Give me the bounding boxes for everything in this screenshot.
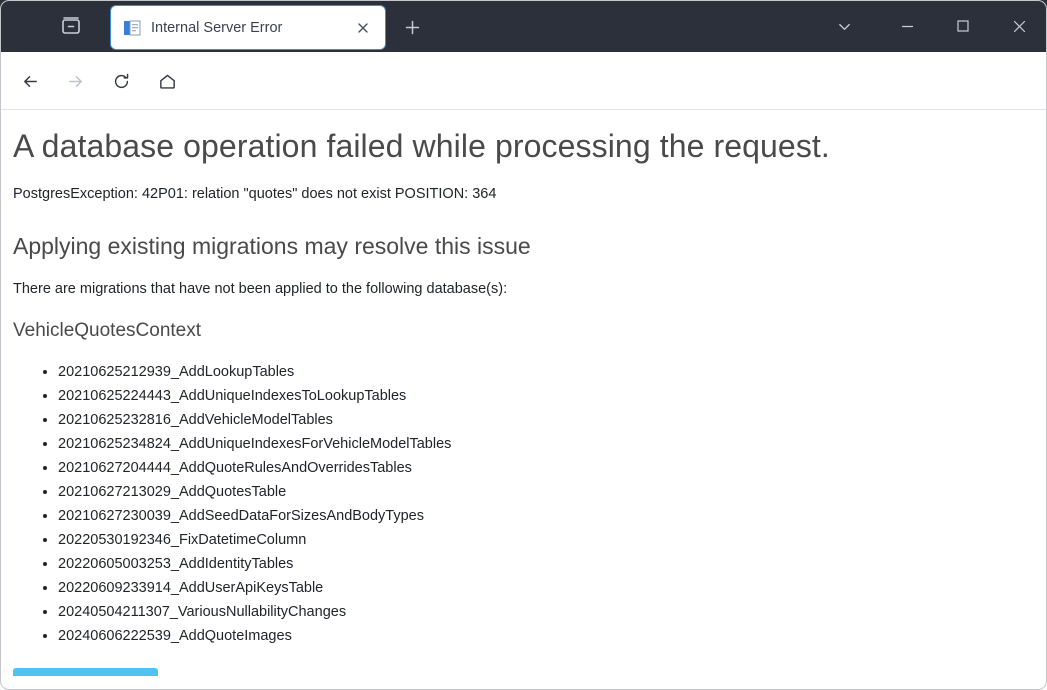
migrations-list: 20210625212939_AddLookupTables2021062522… [13, 360, 1033, 648]
migration-item: 20210625212939_AddLookupTables [58, 360, 1033, 384]
new-tab-button[interactable] [396, 12, 428, 42]
clipped-background-content [0, 676, 1047, 690]
tab-close-icon[interactable] [349, 14, 377, 42]
window-minimize-icon[interactable] [879, 0, 935, 52]
migration-item: 20210625234824_AddUniqueIndexesForVehicl… [58, 432, 1033, 456]
migration-item: 20240504211307_VariousNullabilityChanges [58, 600, 1033, 624]
section-title: Applying existing migrations may resolve… [13, 233, 531, 259]
db-context-name: VehicleQuotesContext [13, 320, 202, 341]
apply-migrations-button[interactable]: Apply Migrations [13, 668, 158, 676]
forward-arrow-icon[interactable] [59, 66, 91, 96]
firefox-view-icon[interactable] [58, 14, 84, 38]
reload-icon[interactable] [105, 66, 137, 96]
title-bar: Internal Server Error [0, 0, 1047, 52]
section-description: There are migrations that have not been … [13, 281, 508, 297]
document-favicon [123, 19, 141, 37]
migration-item: 20210627230039_AddSeedDataForSizesAndBod… [58, 504, 1033, 528]
migration-item: 20210627204444_AddQuoteRulesAndOverrides… [58, 456, 1033, 480]
migration-item: 20220530192346_FixDatetimeColumn [58, 528, 1033, 552]
window-controls [809, 0, 1047, 52]
migration-item: 20220605003253_AddIdentityTables [58, 552, 1033, 576]
tab-list-chevron-down-icon[interactable] [809, 0, 879, 52]
migration-item: 20220609233914_AddUserApiKeysTable [58, 576, 1033, 600]
window-close-icon[interactable] [991, 0, 1047, 52]
exception-message: PostgresException: 42P01: relation "quot… [13, 186, 497, 202]
window-maximize-icon[interactable] [935, 0, 991, 52]
home-icon[interactable] [151, 66, 183, 96]
migration-item: 20210625224443_AddUniqueIndexesToLookupT… [58, 384, 1033, 408]
migration-item: 20240606222539_AddQuoteImages [58, 624, 1033, 648]
page-content: A database operation failed while proces… [1, 110, 1045, 676]
tab-title: Internal Server Error [151, 19, 283, 36]
browser-window: Internal Server Error A database operati… [0, 0, 1047, 690]
page-title: A database operation failed while proces… [13, 128, 830, 164]
migration-item: 20210627213029_AddQuotesTable [58, 480, 1033, 504]
back-arrow-icon[interactable] [14, 66, 46, 96]
navigation-toolbar: localhost:8001/Quotes [0, 52, 1047, 152]
migration-item: 20210625232816_AddVehicleModelTables [58, 408, 1033, 432]
clipped-text [360, 682, 365, 690]
browser-tab[interactable]: Internal Server Error [110, 5, 386, 50]
